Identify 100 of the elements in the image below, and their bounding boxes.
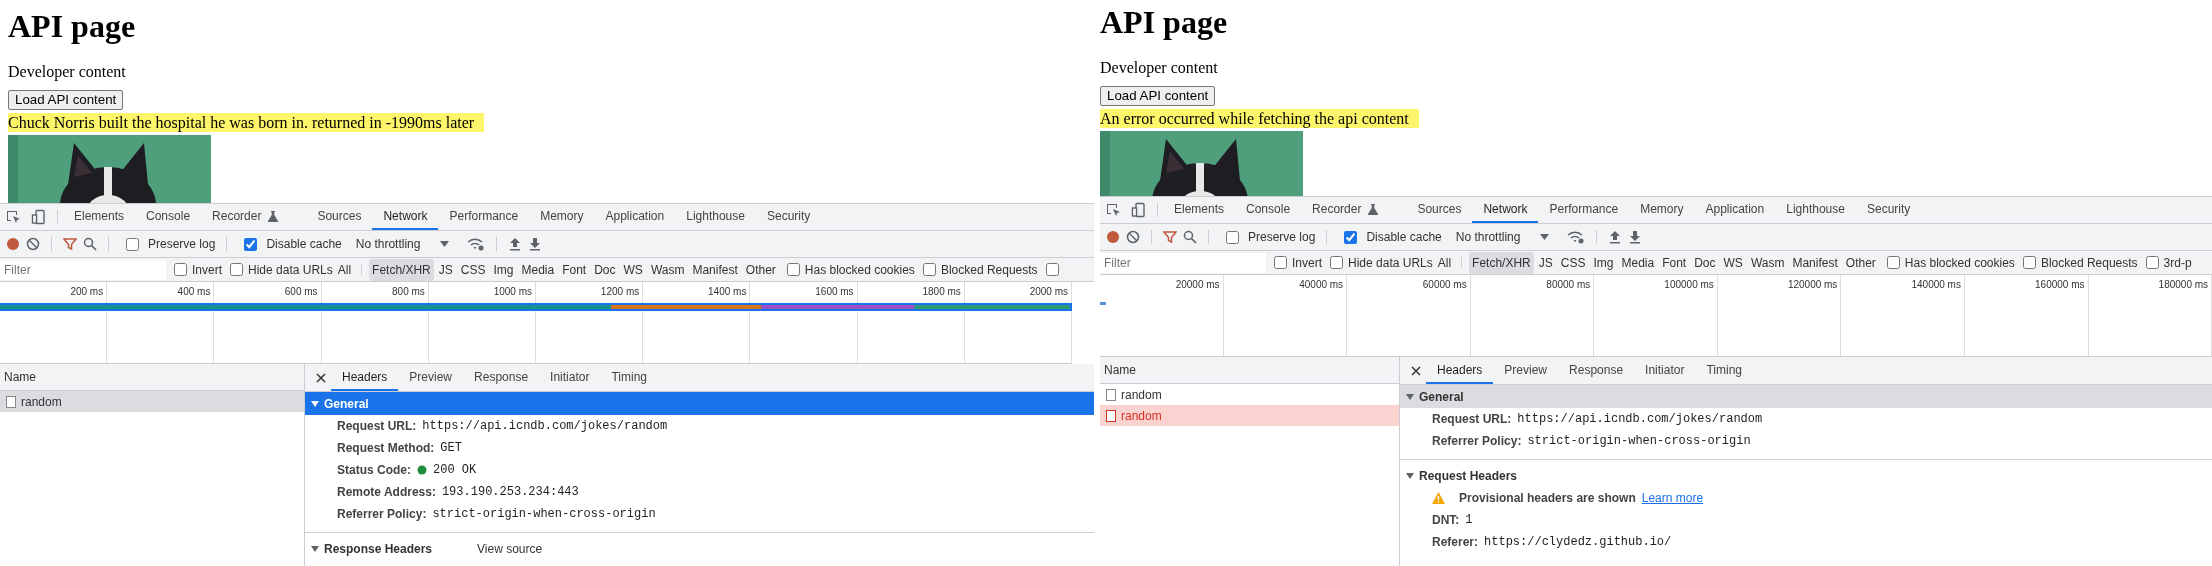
upload-icon[interactable] [1608, 230, 1623, 244]
device-icon[interactable] [31, 209, 47, 225]
filter-type-button[interactable]: Font [559, 258, 590, 281]
detail-tab[interactable]: Timing [1695, 357, 1753, 384]
devtools-tab[interactable]: Lighthouse [1775, 197, 1856, 223]
download-icon[interactable] [1628, 230, 1643, 244]
checkbox[interactable] [1886, 256, 1900, 269]
filter-type-button[interactable]: JS [1535, 251, 1556, 274]
devtools-tab[interactable]: Application [1694, 197, 1776, 223]
header-value: https://api.icndb.com/jokes/random [1517, 411, 1763, 428]
close-icon[interactable] [1411, 365, 1421, 376]
filter-icon[interactable] [63, 237, 77, 251]
section-header[interactable]: Response Headers View source [305, 537, 1094, 560]
checkbox[interactable] [174, 263, 187, 276]
filter-type-button[interactable]: All [1434, 251, 1455, 274]
section-header[interactable]: Request Headers [1400, 464, 2212, 487]
filter-type-button[interactable]: Doc [1691, 251, 1719, 274]
close-icon[interactable] [316, 372, 326, 383]
detail-tab[interactable]: Response [463, 364, 540, 391]
devtools-tab[interactable]: Console [135, 204, 202, 230]
device-icon[interactable] [1131, 202, 1147, 218]
request-row[interactable]: random [0, 391, 304, 412]
filter-icon[interactable] [1163, 230, 1177, 244]
checkbox[interactable] [2145, 256, 2159, 269]
checkbox[interactable] [922, 263, 936, 276]
filter-type-button[interactable]: Wasm [647, 258, 688, 281]
section-header[interactable]: General [1400, 385, 2212, 408]
upload-icon[interactable] [508, 237, 523, 251]
devtools-tab[interactable]: Console [1235, 197, 1302, 223]
checkbox[interactable] [230, 263, 243, 276]
checkbox[interactable] [1330, 256, 1343, 269]
devtools-tab[interactable]: Recorder [201, 204, 307, 230]
clear-icon[interactable] [26, 237, 40, 251]
throttling-dropdown[interactable]: No throttling [1455, 228, 1521, 246]
devtools-tab[interactable]: Elements [1163, 197, 1236, 223]
filter-type-button[interactable]: Media [1618, 251, 1658, 274]
devtools-tab[interactable]: Application [594, 204, 676, 230]
checkbox[interactable] [1274, 256, 1287, 269]
devtools-tab[interactable]: Performance [438, 204, 530, 230]
devtools-tab[interactable]: Memory [1629, 197, 1695, 223]
filter-type-button[interactable]: All [334, 258, 355, 281]
checkbox[interactable] [126, 237, 139, 251]
devtools-tab[interactable]: Memory [529, 204, 595, 230]
record-icon[interactable] [6, 237, 20, 251]
devtools-tab[interactable]: Sources [306, 204, 373, 230]
detail-tab[interactable]: Preview [398, 364, 464, 391]
filter-type-button[interactable]: Doc [591, 258, 619, 281]
filter-type-button[interactable]: Manifest [689, 258, 741, 281]
learn-more-link[interactable]: Learn more [1641, 489, 1704, 507]
detail-tab[interactable]: Initiator [539, 364, 601, 391]
devtools-tab[interactable]: Recorder [1301, 197, 1407, 223]
devtools-tab[interactable]: Lighthouse [675, 204, 756, 230]
filter-field[interactable]: Filter [1100, 252, 1266, 273]
detail-tab[interactable]: Initiator [1634, 357, 1696, 384]
search-icon[interactable] [1183, 230, 1197, 244]
section-header[interactable]: General [305, 392, 1094, 415]
filter-type-button[interactable]: Font [1659, 251, 1690, 274]
filter-type-button[interactable]: Other [742, 258, 779, 281]
filter-type-button[interactable]: CSS [457, 258, 489, 281]
clear-icon[interactable] [1126, 230, 1140, 244]
checkbox[interactable] [1045, 263, 1059, 276]
checkbox[interactable] [244, 237, 258, 251]
filter-type-button[interactable]: Img [1590, 251, 1617, 274]
checkbox[interactable] [2022, 256, 2036, 269]
devtools-tab[interactable]: Security [755, 204, 822, 230]
filter-field[interactable]: Filter [0, 259, 166, 280]
filter-type-button[interactable]: CSS [1557, 251, 1589, 274]
load-button[interactable]: Load API content [8, 90, 124, 110]
filter-type-button[interactable]: Media [518, 258, 558, 281]
view-source-link[interactable]: View source [477, 539, 543, 558]
filter-type-button[interactable]: Fetch/XHR [369, 258, 434, 281]
checkbox[interactable] [786, 263, 800, 276]
inspect-icon[interactable] [5, 209, 21, 225]
filter-type-button[interactable]: Wasm [1747, 251, 1788, 274]
throttling-dropdown[interactable]: No throttling [355, 235, 421, 253]
filter-type-button[interactable]: JS [435, 258, 456, 281]
detail-tab[interactable]: Timing [600, 364, 658, 391]
checkbox[interactable] [1344, 230, 1358, 244]
inspect-icon[interactable] [1105, 202, 1121, 218]
filter-type-button[interactable]: WS [620, 258, 646, 281]
devtools-tab[interactable]: Security [1855, 197, 1922, 223]
wifi-gear-icon[interactable] [1567, 230, 1586, 244]
filter-type-button[interactable]: Other [1842, 251, 1879, 274]
detail-tab[interactable]: Response [1558, 357, 1635, 384]
wifi-gear-icon[interactable] [467, 237, 486, 251]
devtools-tab[interactable]: Elements [63, 204, 136, 230]
record-icon[interactable] [1106, 230, 1120, 244]
detail-tab[interactable]: Preview [1493, 357, 1559, 384]
search-icon[interactable] [83, 237, 97, 251]
filter-type-button[interactable]: WS [1720, 251, 1746, 274]
checkbox[interactable] [1226, 230, 1239, 244]
filter-type-button[interactable]: Img [490, 258, 517, 281]
devtools-tab[interactable]: Sources [1406, 197, 1473, 223]
request-row[interactable]: random [1100, 384, 1399, 405]
download-icon[interactable] [528, 237, 543, 251]
load-button[interactable]: Load API content [1100, 86, 1216, 106]
request-row[interactable]: random [1100, 405, 1399, 426]
devtools-tab[interactable]: Performance [1538, 197, 1630, 223]
filter-type-button[interactable]: Fetch/XHR [1469, 251, 1534, 274]
filter-type-button[interactable]: Manifest [1789, 251, 1841, 274]
